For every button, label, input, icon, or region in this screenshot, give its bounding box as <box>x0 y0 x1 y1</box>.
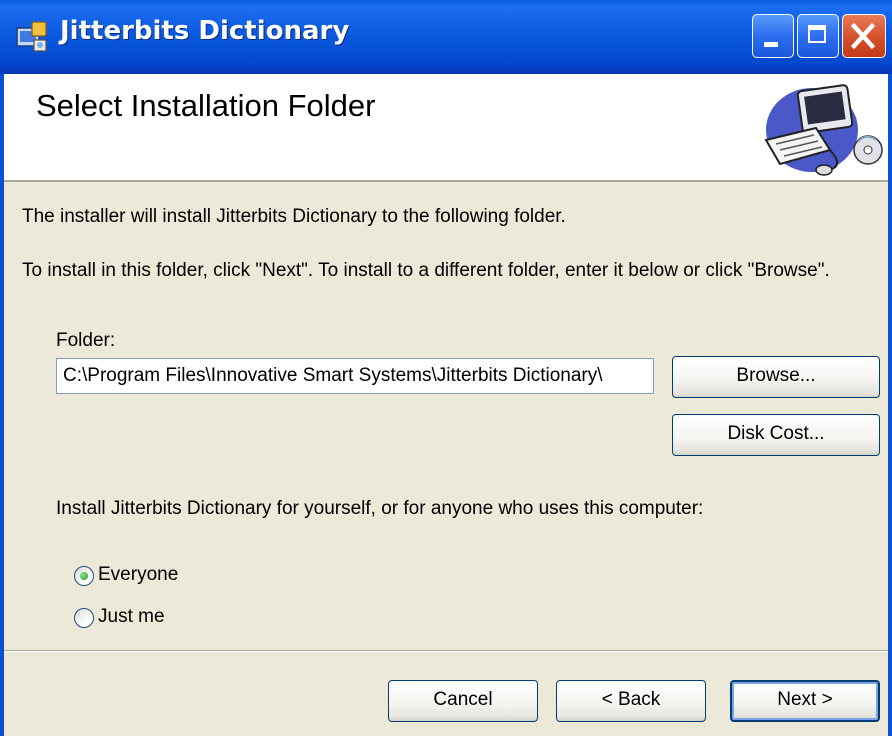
option-everyone[interactable]: Everyone <box>68 562 228 590</box>
radio-just-me[interactable] <box>74 608 94 628</box>
title-bar[interactable]: Jitterbits Dictionary <box>0 0 892 74</box>
page-title: Select Installation Folder <box>36 88 376 123</box>
dialog-content: The installer will install Jitterbits Di… <box>4 182 888 736</box>
minimize-icon <box>764 42 778 47</box>
maximize-icon <box>808 25 826 43</box>
footer-separator <box>4 650 888 652</box>
close-button[interactable] <box>842 14 886 58</box>
disk-cost-button-label: Disk Cost... <box>727 423 825 444</box>
computer-with-cd-icon <box>764 84 883 176</box>
folder-input[interactable]: C:\Program Files\Innovative Smart System… <box>56 358 654 394</box>
window-border-right <box>888 74 892 736</box>
option-everyone-label: Everyone <box>98 564 179 585</box>
scope-question: Install Jitterbits Dictionary for yourse… <box>56 498 704 519</box>
disk-cost-button[interactable]: Disk Cost... <box>672 414 880 456</box>
browse-button-label: Browse... <box>736 365 816 386</box>
intro-text: The installer will install Jitterbits Di… <box>22 206 566 227</box>
option-just-me-label: Just me <box>98 606 165 627</box>
close-icon <box>850 22 876 50</box>
window-title: Jitterbits Dictionary <box>60 16 350 46</box>
folder-label: Folder: <box>56 330 115 352</box>
cancel-button-label: Cancel <box>433 689 493 710</box>
next-button-label: Next > <box>777 689 833 710</box>
next-button[interactable]: Next > <box>730 680 880 722</box>
back-button-label: < Back <box>601 689 661 710</box>
radio-selected-dot <box>80 572 88 580</box>
option-just-me[interactable]: Just me <box>68 604 228 632</box>
instructions-text: To install in this folder, click "Next".… <box>22 260 830 281</box>
folder-label-text: Folder: <box>56 330 116 351</box>
radio-everyone[interactable] <box>74 566 94 586</box>
cancel-button[interactable]: Cancel <box>388 680 538 722</box>
header-banner: Select Installation Folder <box>4 74 888 182</box>
browse-button[interactable]: Browse... <box>672 356 880 398</box>
back-button[interactable]: < Back <box>556 680 706 722</box>
installer-app-icon <box>16 21 47 52</box>
maximize-button[interactable] <box>797 14 839 58</box>
minimize-button[interactable] <box>752 14 794 58</box>
